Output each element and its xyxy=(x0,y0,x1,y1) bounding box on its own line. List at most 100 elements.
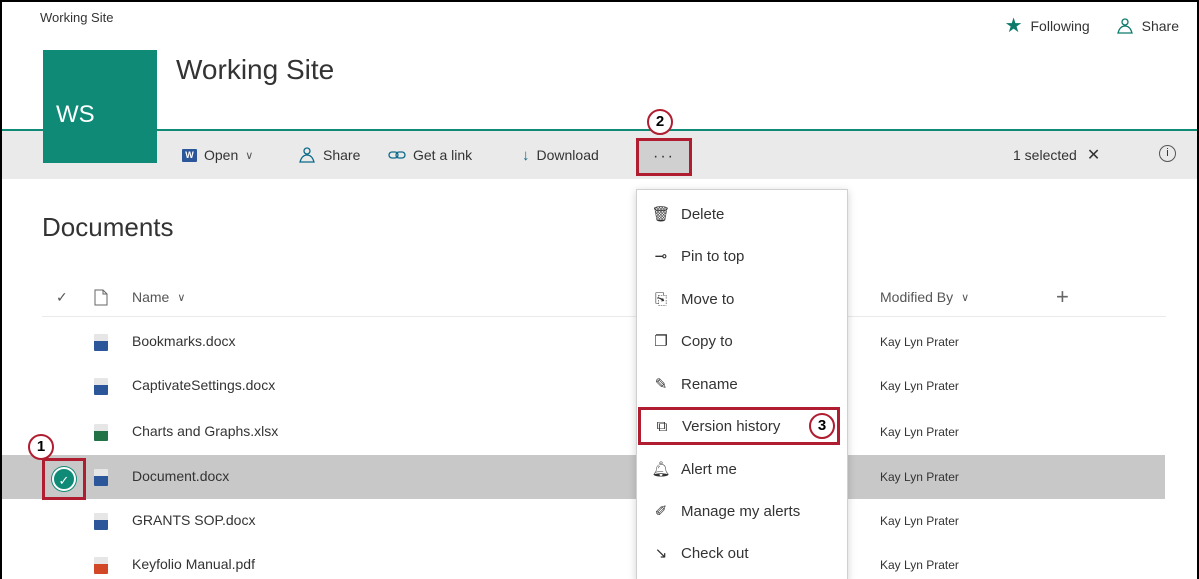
table-row[interactable]: Charts and Graphs.xlsx Kay Lyn Prater xyxy=(2,410,1165,454)
menu-item-rename[interactable]: ✎ Rename xyxy=(637,363,847,405)
file-name[interactable]: Keyfolio Manual.pdf xyxy=(132,556,255,572)
chevron-down-icon: ∨ xyxy=(177,291,186,304)
site-logo[interactable]: WS xyxy=(43,50,157,163)
copy-icon: ❐ xyxy=(654,333,668,350)
get-link-label: Get a link xyxy=(413,147,473,163)
word-icon: W xyxy=(182,148,197,162)
header-actions: ★ Following Share xyxy=(1005,16,1179,36)
star-icon: ★ xyxy=(1004,15,1023,37)
modified-by: Kay Lyn Prater xyxy=(880,470,959,484)
menu-item-label: Pin to top xyxy=(681,247,745,265)
file-icon xyxy=(94,289,108,305)
header-share-label: Share xyxy=(1141,18,1179,34)
clear-selection-icon[interactable]: ✕ xyxy=(1087,145,1100,165)
table-row[interactable]: GRANTS SOP.docx Kay Lyn Prater xyxy=(2,499,1165,543)
download-icon: ↓ xyxy=(522,146,530,164)
chevron-down-icon: ∨ xyxy=(245,149,254,162)
more-actions-menu: 🗑 Delete ⊸ Pin to top ⎘ Move to ❐ Copy t… xyxy=(636,189,848,579)
menu-item-label: Move to xyxy=(681,290,735,308)
name-column-label: Name xyxy=(132,289,170,305)
table-row-selected[interactable]: Document.docx Kay Lyn Prater xyxy=(2,455,1165,499)
modified-by-column-header[interactable]: Modified By ∨ xyxy=(880,282,969,312)
download-label: Download xyxy=(536,147,599,163)
plus-icon: + xyxy=(1056,284,1069,309)
pdf-file-icon xyxy=(94,557,108,574)
modified-by: Kay Lyn Prater xyxy=(880,558,959,572)
modified-by: Kay Lyn Prater xyxy=(880,514,959,528)
menu-item-label: Copy to xyxy=(681,332,733,350)
pencil-icon: ✎ xyxy=(654,376,668,393)
get-link-button[interactable]: Get a link xyxy=(388,131,472,179)
checkmark-icon: ✓ xyxy=(56,288,68,305)
file-type-column-header[interactable] xyxy=(94,282,108,312)
menu-item-copy-to[interactable]: ❐ Copy to xyxy=(637,320,847,362)
menu-item-label: Version history xyxy=(682,417,781,435)
table-row[interactable]: Bookmarks.docx Kay Lyn Prater xyxy=(2,320,1165,364)
download-button[interactable]: ↓ Download xyxy=(522,131,599,179)
modified-by-column-label: Modified By xyxy=(880,289,954,305)
table-row[interactable]: CaptivateSettings.docx Kay Lyn Prater xyxy=(2,364,1165,408)
site-name-link[interactable]: Working Site xyxy=(40,10,113,25)
site-title[interactable]: Working Site xyxy=(176,54,334,86)
word-file-icon xyxy=(94,378,108,395)
link-icon xyxy=(388,151,406,159)
sharepoint-window: Working Site ★ Following Share WS Workin… xyxy=(0,0,1199,579)
menu-item-label: Check out xyxy=(681,544,749,562)
page-title: Documents xyxy=(42,212,174,242)
manage-alerts-icon: ✐ xyxy=(654,503,668,520)
following-label: Following xyxy=(1030,18,1090,34)
selected-count-label: 1 selected xyxy=(1013,147,1077,163)
list-header-divider xyxy=(42,316,1166,317)
pin-icon: ⊸ xyxy=(654,248,668,265)
open-label: Open xyxy=(204,147,239,163)
file-name[interactable]: Charts and Graphs.xlsx xyxy=(132,423,278,439)
file-name[interactable]: CaptivateSettings.docx xyxy=(132,377,275,393)
check-out-icon: ↘ xyxy=(654,545,668,562)
following-button[interactable]: ★ Following xyxy=(1005,16,1090,36)
word-file-icon xyxy=(94,469,108,486)
info-icon[interactable]: i xyxy=(1159,145,1176,162)
menu-item-label: Alert me xyxy=(681,460,737,478)
menu-item-check-out[interactable]: ↘ Check out xyxy=(637,532,847,574)
move-icon: ⎘ xyxy=(654,290,667,308)
open-button[interactable]: W Open ∨ xyxy=(182,131,253,179)
share-button[interactable]: Share xyxy=(298,131,360,179)
command-bar: W Open ∨ Share Get a link ↓ Download 1 s… xyxy=(2,131,1197,179)
share-label: Share xyxy=(323,147,361,163)
row-select-checkbox[interactable]: ✓ xyxy=(42,458,86,500)
selection-status: 1 selected ✕ xyxy=(1013,131,1100,179)
bell-icon: 🔔︎ xyxy=(651,461,671,478)
more-actions-button[interactable]: ··· xyxy=(636,138,692,176)
menu-item-delete[interactable]: 🗑 Delete xyxy=(637,193,847,235)
word-file-icon xyxy=(94,334,108,351)
table-row[interactable]: Keyfolio Manual.pdf Kay Lyn Prater xyxy=(2,543,1165,579)
menu-item-label: Delete xyxy=(681,205,725,223)
callout-2: 2 xyxy=(647,109,673,135)
share-icon xyxy=(1116,18,1133,34)
chevron-down-icon: ∨ xyxy=(961,291,970,304)
share-icon xyxy=(299,147,315,163)
file-name[interactable]: Document.docx xyxy=(132,468,229,484)
header-share-button[interactable]: Share xyxy=(1116,17,1179,35)
modified-by: Kay Lyn Prater xyxy=(880,425,959,439)
menu-item-manage-my-alerts[interactable]: ✐ Manage my alerts xyxy=(637,490,847,532)
menu-item-move-to[interactable]: ⎘ Move to xyxy=(637,278,847,320)
checkmark-icon: ✓ xyxy=(52,467,76,491)
name-column-header[interactable]: Name ∨ xyxy=(132,282,185,312)
modified-by: Kay Lyn Prater xyxy=(880,379,959,393)
menu-item-alert-me[interactable]: 🔔︎ Alert me xyxy=(637,448,847,490)
word-file-icon xyxy=(94,513,108,530)
file-name[interactable]: GRANTS SOP.docx xyxy=(132,512,255,528)
site-logo-initials: WS xyxy=(56,101,95,128)
menu-item-pin-to-top[interactable]: ⊸ Pin to top xyxy=(637,235,847,277)
callout-1: 1 xyxy=(28,434,54,460)
callout-3: 3 xyxy=(809,413,835,439)
version-history-icon: ⧉ xyxy=(656,417,668,435)
excel-file-icon xyxy=(94,424,108,441)
modified-by: Kay Lyn Prater xyxy=(880,335,959,349)
file-name[interactable]: Bookmarks.docx xyxy=(132,333,235,349)
select-all-checkmark[interactable]: ✓ xyxy=(56,282,68,312)
menu-item-label: Rename xyxy=(681,375,738,393)
trash-icon: 🗑 xyxy=(651,206,671,223)
add-column-button[interactable]: + xyxy=(1056,282,1069,312)
